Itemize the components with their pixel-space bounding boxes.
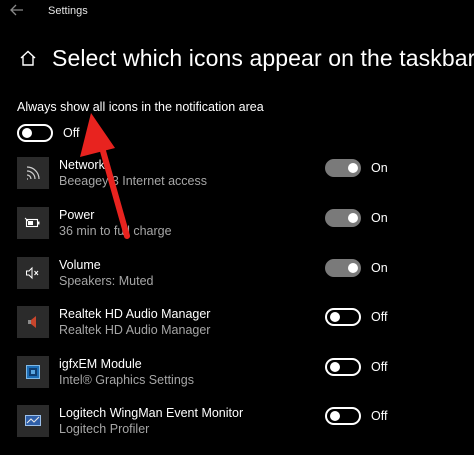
home-icon[interactable] <box>18 48 38 68</box>
item-subtitle: Intel® Graphics Settings <box>59 373 194 387</box>
back-arrow-icon <box>10 3 24 21</box>
app-title: Settings <box>48 5 88 17</box>
item-name: Power <box>59 208 95 222</box>
list-item-logitech: Logitech WingMan Event Monitor Logitech … <box>17 405 457 441</box>
toggle-state: Off <box>371 310 388 324</box>
network-toggle[interactable] <box>325 159 361 177</box>
item-subtitle: Realtek HD Audio Manager <box>59 323 211 337</box>
realtek-toggle[interactable] <box>325 308 361 326</box>
page-header: Select which icons appear on the taskbar <box>18 40 474 76</box>
toggle-knob <box>22 128 32 138</box>
always-show-state: Off <box>63 126 80 140</box>
toggle-state: On <box>371 261 388 275</box>
item-toggle-row: On <box>325 209 388 227</box>
item-name: Realtek HD Audio Manager <box>59 307 211 321</box>
always-show-label: Always show all icons in the notificatio… <box>17 100 264 114</box>
item-toggle-row: Off <box>325 308 387 326</box>
list-item-network: Network Beeagey 3 Internet access On <box>17 157 457 193</box>
item-name: Logitech WingMan Event Monitor <box>59 406 244 420</box>
item-name: igfxEM Module <box>59 357 142 371</box>
list-item-volume: Volume Speakers: Muted On <box>17 257 457 293</box>
title-bar: Settings <box>0 0 474 24</box>
page-title: Select which icons appear on the taskbar <box>52 44 474 71</box>
item-subtitle: Beeagey 3 Internet access <box>59 174 208 188</box>
power-toggle[interactable] <box>325 209 361 227</box>
volume-toggle[interactable] <box>325 259 361 277</box>
settings-window: Settings Select which icons appear on th… <box>0 0 474 455</box>
igfxem-toggle[interactable] <box>325 358 361 376</box>
toggle-knob <box>330 362 340 372</box>
toggle-knob <box>348 263 358 273</box>
item-toggle-row: Off <box>325 407 387 425</box>
toggle-state: Off <box>371 360 388 374</box>
list-item-power: Power 36 min to full charge On <box>17 207 457 243</box>
toggle-knob <box>348 213 358 223</box>
always-show-toggle[interactable] <box>17 124 53 142</box>
intel-graphics-icon <box>17 356 49 388</box>
item-name: Network <box>59 158 105 172</box>
speaker-icon <box>17 306 49 338</box>
item-toggle-row: On <box>325 159 388 177</box>
toggle-knob <box>330 411 340 421</box>
back-button[interactable] <box>8 3 26 21</box>
toggle-knob <box>348 163 358 173</box>
toggle-state: Off <box>371 409 388 423</box>
toggle-knob <box>330 312 340 322</box>
item-toggle-row: Off <box>325 358 387 376</box>
toggle-state: On <box>371 211 388 225</box>
always-show-toggle-row: Off <box>17 123 79 143</box>
item-subtitle: Speakers: Muted <box>59 274 154 288</box>
item-name: Volume <box>59 258 101 272</box>
volume-muted-icon <box>17 257 49 289</box>
network-icon <box>17 157 49 189</box>
list-item-realtek: Realtek HD Audio Manager Realtek HD Audi… <box>17 306 457 342</box>
item-subtitle: 36 min to full charge <box>59 224 172 238</box>
logitech-icon <box>17 405 49 437</box>
toggle-state: On <box>371 161 388 175</box>
list-item-igfxem: igfxEM Module Intel® Graphics Settings O… <box>17 356 457 392</box>
logitech-toggle[interactable] <box>325 407 361 425</box>
item-toggle-row: On <box>325 259 388 277</box>
item-subtitle: Logitech Profiler <box>59 422 150 436</box>
battery-icon <box>17 207 49 239</box>
